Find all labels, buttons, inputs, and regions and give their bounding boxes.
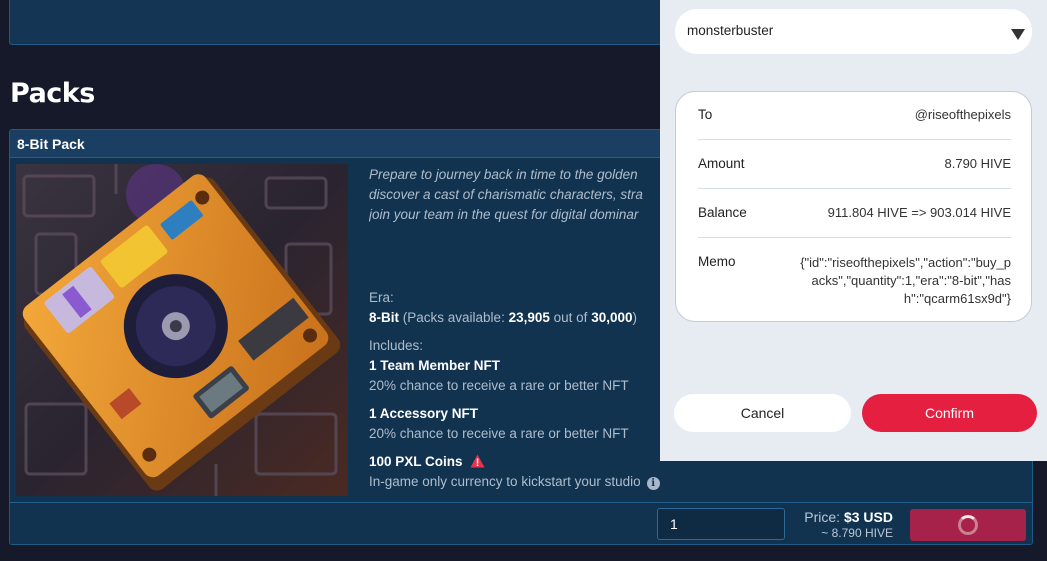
pack-description: Prepare to journey back in time to the g… — [369, 165, 669, 225]
memo-label: Memo — [698, 254, 736, 269]
divider — [698, 139, 1011, 140]
pack-footer: Price: $3 USD ~ 8.790 HIVE — [10, 502, 1032, 544]
amount-row: Amount 8.790 HIVE — [698, 156, 1011, 189]
era-value: 8-Bit — [369, 310, 399, 325]
packs-available-prefix: (Packs available: — [402, 310, 505, 325]
include-detail: 20% chance to receive a rare or better N… — [369, 426, 629, 441]
memo-value: {"id":"riseofthepixels","action":"buy_pa… — [800, 255, 1011, 306]
description-line: Prepare to journey back in time to the g… — [369, 167, 638, 182]
to-label: To — [698, 107, 713, 122]
info-icon[interactable]: i — [646, 477, 660, 490]
cancel-button[interactable]: Cancel — [674, 394, 851, 432]
page-title: Packs — [10, 78, 95, 109]
amount-label: Amount — [698, 156, 745, 171]
pack-cartridge-illustration — [16, 164, 348, 496]
transfer-details: To @riseofthepixels Amount 8.790 HIVE Ba… — [675, 91, 1032, 322]
include-title: 100 PXL Coins — [369, 454, 463, 469]
packs-available-count: 23,905 — [508, 310, 550, 325]
confirm-button[interactable]: Confirm — [862, 394, 1037, 432]
include-title: 1 Team Member NFT — [369, 358, 501, 373]
account-select[interactable]: monsterbuster — [675, 9, 1032, 54]
warning-icon[interactable] — [470, 454, 485, 471]
era-line: 8-Bit (Packs available: 23,905 out of 30… — [369, 310, 637, 325]
packs-suffix: ) — [632, 310, 638, 325]
to-row: To @riseofthepixels — [698, 107, 1011, 140]
chevron-down-icon[interactable] — [1011, 29, 1025, 40]
memo-row: Memo {"id":"riseofthepixels","action":"b… — [698, 254, 1011, 314]
packs-total: 30,000 — [591, 310, 633, 325]
include-title-pxl: 100 PXL Coins — [369, 454, 485, 471]
era-label: Era: — [369, 290, 394, 305]
price-line: Price: $3 USD — [804, 509, 893, 525]
to-value: @riseofthepixels — [914, 107, 1011, 122]
include-detail-pxl: In-game only currency to kickstart your … — [369, 474, 660, 490]
description-line: discover a cast of charismatic character… — [369, 187, 643, 202]
account-name: monsterbuster — [687, 23, 774, 38]
pack-image — [16, 164, 348, 496]
keychain-popup: monsterbuster To @riseofthepixels Amount… — [660, 0, 1047, 461]
quantity-input[interactable] — [657, 508, 785, 540]
includes-label: Includes: — [369, 338, 424, 353]
include-title: 1 Accessory NFT — [369, 406, 479, 421]
pack-name: 8-Bit Pack — [17, 136, 85, 152]
price-usd: $3 USD — [843, 509, 893, 525]
description-line: join your team in the quest for digital … — [369, 207, 639, 222]
amount-value: 8.790 HIVE — [944, 156, 1012, 171]
include-detail: 20% chance to receive a rare or better N… — [369, 378, 629, 393]
buy-button[interactable] — [910, 509, 1026, 541]
price-hive: ~ 8.790 HIVE — [821, 526, 893, 540]
packs-out-of: out of — [553, 310, 588, 325]
balance-value: 911.804 HIVE => 903.014 HIVE — [827, 205, 1011, 220]
include-detail: In-game only currency to kickstart your … — [369, 474, 641, 489]
price-label: Price: — [804, 509, 841, 525]
balance-label: Balance — [698, 205, 747, 220]
spinner-icon — [958, 515, 978, 535]
divider — [698, 188, 1011, 189]
balance-row: Balance 911.804 HIVE => 903.014 HIVE — [698, 205, 1011, 238]
divider — [698, 237, 1011, 238]
